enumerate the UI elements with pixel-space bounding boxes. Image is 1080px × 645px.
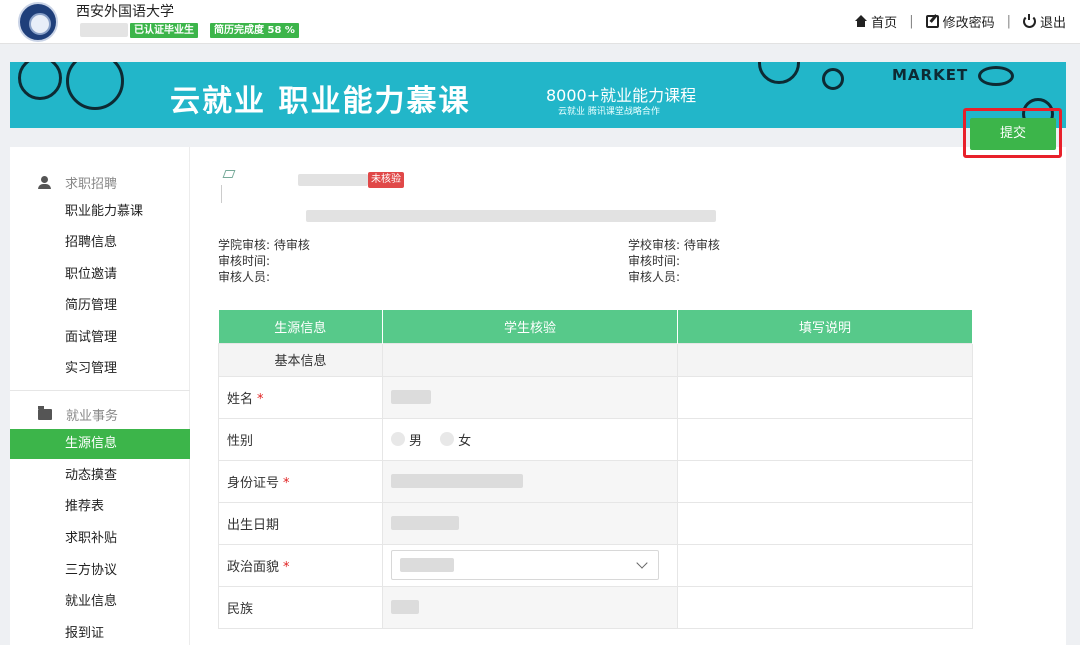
gender-female-radio[interactable]: [440, 432, 455, 446]
banner-subtitle: 8000+就业能力课程: [546, 86, 697, 105]
row-label: 政治面貌 *: [218, 543, 383, 587]
sidebar-item-invite[interactable]: 职位邀请: [10, 260, 190, 290]
table-row: 政治面貌 *: [218, 543, 973, 587]
top-nav: 首页 | 修改密码 | 退出: [854, 12, 1066, 31]
ethnicity-value: [382, 585, 678, 629]
row-label: 身份证号 *: [218, 459, 383, 503]
sidebar-item-survey[interactable]: 动态摸查: [10, 461, 190, 491]
birth-date-value: [382, 501, 678, 545]
top-header: 西安外国语大学 已认证毕业生 简历完成度 58 % 首页 | 修改密码 | 退出: [0, 0, 1080, 44]
redacted-value: [400, 558, 454, 572]
sidebar-item-subsidy[interactable]: 求职补贴: [10, 524, 190, 554]
sidebar-item-interview[interactable]: 面试管理: [10, 323, 190, 353]
nav-separator: |: [909, 14, 914, 29]
edit-icon: [925, 15, 939, 28]
column-header: 填写说明: [677, 310, 973, 343]
broken-image-icon: [222, 167, 234, 179]
school-name: 西安外国语大学: [76, 4, 174, 20]
banner-doodle: [18, 62, 62, 100]
redacted-value: [391, 474, 523, 488]
course-banner[interactable]: 云就业 职业能力慕课 8000+就业能力课程 云就业 腾讯课堂战略合作 MARK…: [10, 62, 1066, 128]
main-panel: 求职招聘 职业能力慕课 招聘信息 职位邀请 简历管理 面试管理 实习管理 就业事…: [10, 147, 1066, 645]
home-icon: [854, 15, 868, 28]
cloud-doodle-icon: [978, 66, 1014, 86]
gender-radio-group: 男 女: [382, 417, 678, 461]
sidebar: 求职招聘 职业能力慕课 招聘信息 职位邀请 简历管理 面试管理 实习管理 就业事…: [10, 147, 190, 645]
student-detail-redacted: [306, 210, 716, 222]
table-row: 身份证号 *: [218, 459, 973, 503]
sidebar-item-tripartite[interactable]: 三方协议: [10, 556, 190, 586]
banner-title: 云就业 职业能力慕课: [170, 84, 471, 119]
home-link[interactable]: 首页: [854, 12, 897, 31]
required-mark: *: [283, 475, 290, 491]
college-audit: 学院审核: 待审核 审核时间: 审核人员:: [218, 238, 310, 284]
status-badge: 未核验: [368, 172, 404, 188]
row-label: 性别: [218, 417, 383, 461]
column-header: 生源信息: [218, 310, 383, 343]
sidebar-item-internship[interactable]: 实习管理: [10, 354, 190, 384]
user-name-redacted: [80, 23, 128, 37]
logout-link[interactable]: 退出: [1022, 12, 1066, 31]
row-label: 民族: [218, 585, 383, 629]
nav-separator: |: [1006, 14, 1011, 29]
sidebar-group-employment: 就业事务: [38, 405, 118, 424]
photo-placeholder: [221, 185, 222, 203]
student-name-redacted: [298, 174, 368, 186]
graduate-verified-badge: 已认证毕业生: [130, 23, 198, 38]
bulb-doodle-icon: [822, 68, 844, 90]
sidebar-item-student-source[interactable]: 生源信息: [10, 429, 190, 459]
gender-male-radio[interactable]: [391, 432, 405, 446]
sidebar-item-course[interactable]: 职业能力慕课: [10, 197, 190, 227]
change-password-link[interactable]: 修改密码: [925, 12, 995, 31]
power-icon: [1022, 14, 1036, 28]
highlight-box: [963, 108, 1062, 158]
column-header: 学生核验: [382, 310, 678, 343]
banner-subtitle-small: 云就业 腾讯课堂战略合作: [558, 107, 660, 117]
sidebar-group-job: 求职招聘: [38, 173, 117, 192]
row-label: 姓名 *: [218, 375, 383, 419]
folder-icon: [38, 406, 52, 420]
table-row: 出生日期: [218, 501, 973, 545]
sidebar-item-employment-info[interactable]: 就业信息: [10, 587, 190, 617]
required-mark: *: [283, 559, 290, 575]
redacted-value: [391, 390, 431, 404]
sidebar-item-resume[interactable]: 简历管理: [10, 291, 190, 321]
table-header-row: 生源信息 学生核验 填写说明: [218, 310, 973, 343]
content-area: 未核验 学院审核: 待审核 审核时间: 审核人员: 学校审核: 待审核 审核时间…: [218, 147, 1058, 645]
atom-doodle-icon: [66, 62, 124, 110]
school-logo-icon: [18, 2, 58, 42]
banner-market-text: MARKET: [892, 66, 969, 84]
table-row: 民族: [218, 585, 973, 629]
name-value: [382, 375, 678, 419]
id-number-value: [382, 459, 678, 503]
sidebar-item-recommend[interactable]: 推荐表: [10, 492, 190, 522]
row-label: 出生日期: [218, 501, 383, 545]
magnifier-doodle-icon: [758, 62, 800, 84]
student-source-table: 生源信息 学生核验 填写说明 基本信息 姓名 * 性别 男 女 身份证号 * 出…: [218, 310, 973, 629]
political-status-select[interactable]: [391, 550, 659, 580]
section-row: 基本信息: [218, 342, 973, 377]
required-mark: *: [257, 391, 264, 407]
redacted-value: [391, 516, 459, 530]
section-title: 基本信息: [218, 342, 383, 377]
sidebar-divider: [10, 390, 190, 391]
resume-completion-badge: 简历完成度 58 %: [210, 23, 299, 38]
person-icon: [38, 176, 51, 189]
sidebar-item-recruit[interactable]: 招聘信息: [10, 228, 190, 258]
table-row: 姓名 *: [218, 375, 973, 419]
table-row: 性别 男 女: [218, 417, 973, 461]
school-audit: 学校审核: 待审核 审核时间: 审核人员:: [628, 238, 720, 284]
redacted-value: [391, 600, 419, 614]
chevron-down-icon: [636, 557, 648, 569]
sidebar-item-report-card[interactable]: 报到证: [10, 619, 190, 645]
